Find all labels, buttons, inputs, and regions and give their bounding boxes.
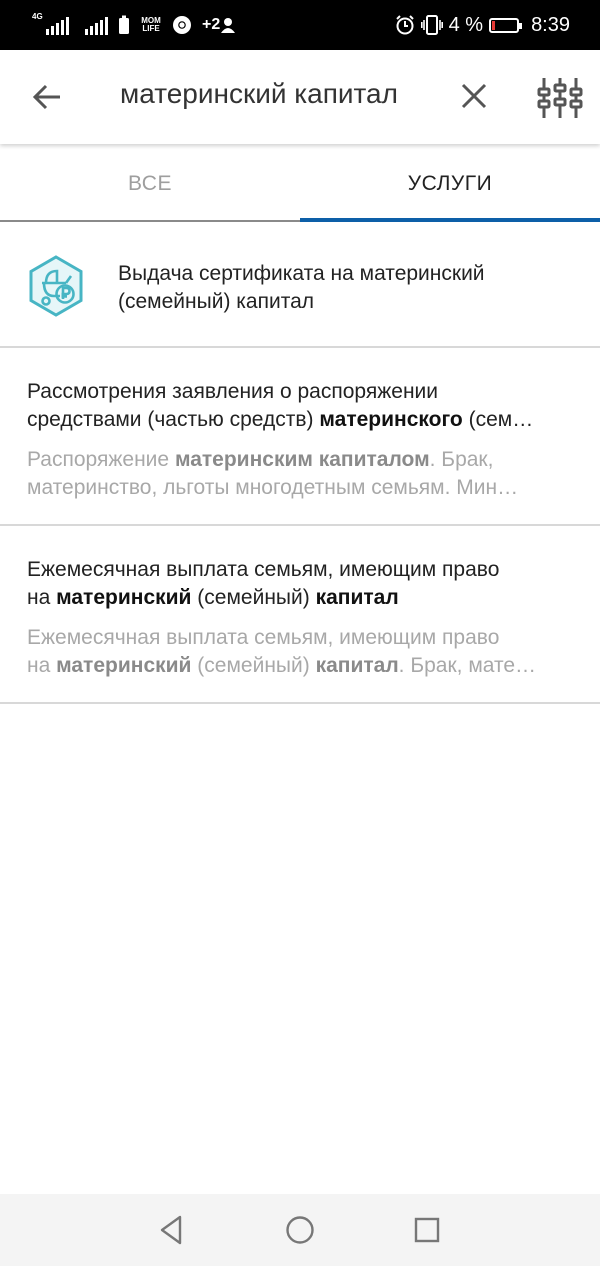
highlight: материнский (56, 586, 192, 609)
desc-text: Распоряжение (27, 448, 175, 471)
list-item[interactable]: Ежемесячная выплата семьям, имеющим прав… (0, 526, 600, 704)
vibrate-icon (420, 15, 443, 35)
filter-sliders-icon[interactable] (536, 76, 584, 120)
alarm-icon (395, 15, 414, 35)
title-line: на материнский (семейный) капитал (27, 584, 587, 612)
desc-text: . Брак, мате… (398, 654, 537, 677)
tab-services[interactable]: УСЛУГИ (300, 146, 600, 222)
status-bar-right: 4 % 8:39 (395, 10, 570, 40)
results-list: Выдача сертификата на материнский (семей… (0, 222, 600, 704)
highlight: капитал (315, 654, 399, 677)
title-text: средствами (частью средств) (27, 408, 320, 431)
baby-stroller-ruble-icon (29, 255, 83, 317)
nav-back-icon[interactable] (154, 1212, 190, 1248)
title-text: (сем… (462, 408, 534, 431)
highlight: материнский (56, 654, 192, 677)
tab-bar: ВСЕ УСЛУГИ (0, 146, 600, 222)
desc-line: Распоряжение материнским капиталом. Брак… (27, 446, 587, 474)
battery-icon (489, 17, 523, 33)
arrow-left-icon[interactable] (26, 76, 68, 118)
search-input[interactable]: материнский капитал (120, 78, 398, 110)
title-line: Рассмотрения заявления о распоряжении (27, 380, 438, 403)
desc-text: на (27, 654, 57, 677)
title-text: на (27, 586, 57, 609)
desc-line: Ежемесячная выплата семьям, имеющим прав… (27, 626, 500, 649)
title-text: (семейный) (191, 586, 316, 609)
status-bar: 4G MOM LIFE +2 4 % 8:39 (0, 0, 600, 50)
desc-text: (семейный) (191, 654, 316, 677)
add-contact-icon: +2 (202, 16, 236, 34)
desc-line: материнство, льготы многодетным семьям. … (27, 476, 519, 499)
battery-percent: 4 % (448, 13, 484, 36)
result-description: Распоряжение материнским капиталом. Брак… (27, 446, 587, 502)
tab-all[interactable]: ВСЕ (0, 146, 300, 222)
title-line: средствами (частью средств) материнского… (27, 406, 587, 434)
system-nav-bar (0, 1194, 600, 1266)
nav-home-icon[interactable] (282, 1212, 318, 1248)
add-contact-text: +2 (202, 16, 221, 33)
signal-icon: 4G (32, 12, 69, 35)
chrome-icon (173, 16, 191, 34)
list-item[interactable]: Рассмотрения заявления о распоряжении ср… (0, 348, 600, 526)
desc-line: на материнский (семейный) капитал. Брак,… (27, 652, 587, 680)
nav-recents-icon[interactable] (409, 1212, 445, 1248)
highlight: капитал (315, 586, 399, 609)
clock: 8:39 (531, 13, 570, 36)
desc-text: . Брак, (429, 448, 494, 471)
highlight: материнского (319, 408, 463, 431)
app-badge: MOM LIFE (141, 16, 161, 33)
result-title: Выдача сертификата на материнский (семей… (118, 262, 485, 313)
close-icon[interactable] (454, 76, 494, 116)
title-line: Ежемесячная выплата семьям, имеющим прав… (27, 558, 500, 581)
list-item[interactable]: Выдача сертификата на материнский (семей… (0, 222, 600, 348)
search-bar: материнский капитал (0, 50, 600, 144)
result-description: Ежемесячная выплата семьям, имеющим прав… (27, 624, 587, 680)
highlight: материнским капиталом (174, 448, 430, 471)
battery-saver-icon (119, 15, 129, 34)
result-title: Рассмотрения заявления о распоряжении ср… (27, 378, 587, 434)
status-bar-left: 4G MOM LIFE +2 (32, 10, 236, 40)
network-type: 4G (32, 12, 43, 21)
signal-icon-2 (85, 15, 108, 35)
result-title: Ежемесячная выплата семьям, имеющим прав… (27, 556, 587, 612)
